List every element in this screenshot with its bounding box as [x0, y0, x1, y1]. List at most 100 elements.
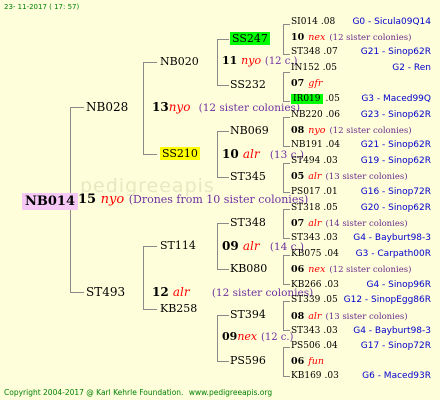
gen3-node[interactable]: NB069: [230, 125, 269, 136]
gen2-type: alr: [242, 239, 260, 253]
gen4-mating-place: G17 - Sinop72R: [360, 341, 431, 351]
footer: Copyright 2004-2017 @ Karl Kehrle Founda…: [4, 389, 272, 397]
gen3-node[interactable]: ST348: [230, 217, 266, 228]
gen4-row[interactable]: 10 nex (12 sister colonies): [291, 33, 411, 43]
gen4-type: alr: [308, 171, 322, 182]
gen2-info: 13nyo (12 sister colonies): [152, 101, 300, 114]
gen4-row[interactable]: 06 fun: [291, 357, 324, 367]
gen2-node[interactable]: ST114: [160, 240, 196, 251]
gen4-id: SI014: [291, 17, 318, 27]
gen4-id: NB191: [291, 140, 323, 150]
gen3-type: nex: [237, 330, 258, 343]
gen3-type: nyo: [241, 54, 262, 67]
gen2-node[interactable]: NB020: [160, 56, 199, 67]
gen3-year: 11: [222, 54, 238, 67]
gen3-node[interactable]: PS596: [230, 355, 266, 366]
gen4-note: (12 sister colonies): [329, 33, 412, 43]
gen4-mating-place: G0 - Sicula09Q14: [352, 17, 431, 27]
gen1-node[interactable]: ST493: [86, 286, 125, 298]
gen4-id: ST348: [291, 47, 321, 57]
gen4-date: .03: [323, 233, 338, 243]
gen4-row[interactable]: 05 alr (13 sister colonies): [291, 172, 408, 182]
gen4-year: 07: [291, 218, 305, 229]
gen4-type: nex: [308, 32, 326, 43]
gen4-type: nyo: [308, 125, 326, 136]
gen4-mating-place: G16 - Sinop72R: [360, 187, 431, 197]
gen4-note: (14 sister colonies): [325, 219, 408, 229]
gen4-type: alr: [308, 218, 322, 229]
gen4-row[interactable]: PS506.04 G17 - Sinop72R: [291, 342, 431, 351]
gen4-mating-place: G21 - Sinop62R: [360, 47, 431, 57]
gen4-row[interactable]: 07 alr (14 sister colonies): [291, 219, 408, 229]
gen4-row[interactable]: KB075.04 G3 - Carpath00R: [291, 250, 431, 259]
gen4-row[interactable]: 07 gfr: [291, 79, 322, 89]
gen4-row[interactable]: 08 nyo (12 sister colonies): [291, 126, 412, 136]
gen2-node[interactable]: KB258: [160, 303, 197, 314]
gen3-year: 09: [222, 330, 238, 343]
root-info: 15 nyo (Drones from 10 sister colonies): [78, 193, 308, 206]
gen4-row[interactable]: ST343.03 G4 - Bayburt98-3: [291, 327, 431, 336]
gen4-row[interactable]: ST339.05 G12 - SinopEgg86R: [291, 296, 431, 305]
gen4-row[interactable]: ST318.05 G20 - Sinop62R: [291, 204, 431, 213]
gen4-id: KB266: [291, 280, 322, 290]
gen4-row[interactable]: KB169.03 G6 - Maced93R: [291, 372, 431, 381]
gen4-id: IN152: [291, 63, 320, 73]
root-id: NB014: [22, 193, 79, 210]
gen4-year: 10: [291, 32, 305, 43]
gen4-mating-place: G6 - Maced93R: [362, 371, 431, 381]
gen4-id: ST318: [291, 203, 321, 213]
gen4-id: KB169: [291, 371, 322, 381]
gen4-id: PS017: [291, 187, 321, 197]
gen4-mating-place: G4 - Bayburt98-3: [353, 326, 431, 336]
root-year: 15: [78, 192, 97, 207]
gen4-date: .05: [323, 295, 338, 305]
root-type: nyo: [100, 192, 125, 207]
gen4-type: alr: [308, 311, 322, 322]
gen2-year: 10: [222, 147, 239, 161]
gen4-row[interactable]: ST343.03 G4 - Bayburt98-3: [291, 234, 431, 243]
gen4-date: .06: [325, 110, 340, 120]
gen4-date: .04: [324, 249, 339, 259]
gen4-date: .05: [323, 203, 338, 213]
root-node[interactable]: NB014: [22, 192, 79, 210]
gen3-node[interactable]: SS232: [230, 79, 266, 90]
gen4-id: ST343: [291, 233, 321, 243]
gen3-node[interactable]: ST345: [230, 171, 266, 182]
gen4-year: 06: [291, 264, 305, 275]
gen4-row[interactable]: NB220.06 G23 - Sinop62R: [291, 111, 431, 120]
gen4-row[interactable]: 06 nex (12 sister colonies): [291, 265, 411, 275]
header-date: 23- 11-2017 ( 17: 57): [4, 3, 80, 11]
gen4-mating-place: G4 - Bayburt98-3: [353, 233, 431, 243]
gen1-node[interactable]: NB028: [86, 101, 128, 113]
gen4-year: 05: [291, 171, 305, 182]
gen4-row[interactable]: ST348.07 G21 - Sinop62R: [291, 48, 431, 57]
gen2-year: 13: [152, 100, 169, 114]
gen2-node[interactable]: SS210: [160, 147, 200, 160]
gen4-row[interactable]: NB191.04 G21 - Sinop62R: [291, 141, 431, 150]
gen4-mating-place: G3 - Maced99Q: [361, 94, 431, 104]
gen4-year: 06: [291, 356, 305, 367]
gen4-row[interactable]: SI014.08 G0 - Sicula09Q14: [291, 18, 431, 27]
gen3-id: SS247: [230, 32, 270, 45]
gen4-mating-place: G4 - Sinop96R: [366, 280, 431, 290]
gen4-row[interactable]: IR019.05 G3 - Maced99Q: [291, 94, 431, 104]
gen4-year: 08: [291, 125, 305, 136]
gen4-mating-place: G12 - SinopEgg86R: [343, 295, 431, 305]
gen4-date: .03: [324, 371, 339, 381]
gen4-row[interactable]: IN152.05 G2 - Ren: [291, 64, 431, 73]
gen3-info: 11 nyo (12 c.): [222, 55, 297, 67]
gen4-row[interactable]: KB266.03 G4 - Sinop96R: [291, 281, 431, 290]
gen4-mating-place: G20 - Sinop62R: [360, 203, 431, 213]
gen3-node[interactable]: ST394: [230, 309, 266, 320]
gen2-info: 12 alr (12 sister colonies): [152, 286, 313, 299]
gen4-note: (12 sister colonies): [329, 126, 412, 136]
gen3-node[interactable]: SS247: [230, 32, 270, 45]
gen2-note: (12 sister colonies): [198, 102, 301, 114]
gen4-id: NB220: [291, 110, 323, 120]
gen4-row[interactable]: 08 alr (13 sister colonies): [291, 312, 408, 322]
gen3-node[interactable]: KB080: [230, 263, 267, 274]
gen4-year: 08: [291, 311, 305, 322]
gen4-row[interactable]: ST494.03 G19 - Sinop62R: [291, 157, 431, 166]
gen4-row[interactable]: PS017.01 G16 - Sinop72R: [291, 188, 431, 197]
gen4-mating-place: G3 - Carpath00R: [355, 249, 431, 259]
